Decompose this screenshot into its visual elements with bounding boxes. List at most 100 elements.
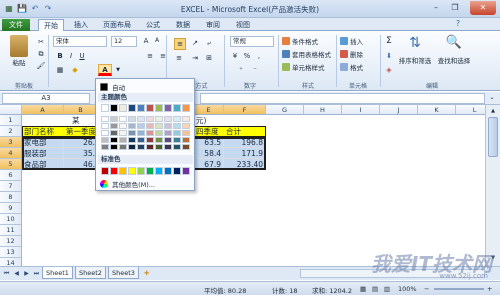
theme-color-swatch[interactable] bbox=[119, 104, 127, 112]
decrease-decimal-icon[interactable]: ⁻ bbox=[250, 65, 260, 75]
theme-color-shade[interactable] bbox=[182, 130, 190, 136]
theme-color-shade[interactable] bbox=[146, 123, 154, 129]
cell-styles-button[interactable]: 单元格样式 bbox=[282, 62, 325, 72]
copy-icon[interactable]: ⧉ bbox=[36, 49, 46, 59]
row-header[interactable]: 10 bbox=[0, 214, 22, 225]
theme-color-shade[interactable] bbox=[146, 130, 154, 136]
theme-color-shade[interactable] bbox=[137, 116, 145, 122]
view-page-break-icon[interactable]: ▥ bbox=[384, 285, 390, 293]
theme-color-swatch[interactable] bbox=[182, 104, 190, 112]
theme-color-shade[interactable] bbox=[119, 130, 127, 136]
align-middle-icon[interactable]: ≡ bbox=[158, 51, 168, 61]
theme-color-shade[interactable] bbox=[164, 144, 172, 150]
font-color-button[interactable]: A bbox=[98, 64, 112, 76]
underline-button[interactable]: U bbox=[77, 51, 87, 61]
name-box[interactable]: A3 bbox=[2, 93, 90, 104]
sum-icon[interactable]: Σ bbox=[384, 36, 394, 46]
paste-button[interactable]: 粘贴 bbox=[6, 35, 32, 69]
theme-color-shade[interactable] bbox=[110, 144, 118, 150]
close-button[interactable]: ✕ bbox=[470, 1, 496, 15]
next-sheet-icon[interactable]: ▶ bbox=[22, 269, 31, 278]
theme-color-shade[interactable] bbox=[146, 137, 154, 143]
theme-color-shade[interactable] bbox=[146, 116, 154, 122]
align-right-icon[interactable]: ≡ bbox=[174, 53, 184, 63]
orientation-icon[interactable]: ↗ bbox=[190, 38, 200, 48]
theme-color-shade[interactable] bbox=[173, 123, 181, 129]
worksheet-grid[interactable]: A B C D E F G H I J K L 1 2 3 4 5 6 7 8 … bbox=[0, 105, 485, 266]
clear-icon[interactable]: ◈ bbox=[384, 65, 394, 75]
column-header[interactable]: E bbox=[194, 105, 224, 115]
theme-color-shade[interactable] bbox=[128, 130, 136, 136]
number-format-combo[interactable]: 常规 bbox=[230, 36, 274, 47]
theme-color-shade[interactable] bbox=[137, 144, 145, 150]
theme-color-shade[interactable] bbox=[155, 144, 163, 150]
tab-review[interactable]: 审阅 bbox=[202, 19, 224, 31]
column-header[interactable]: L bbox=[456, 105, 485, 115]
indent-icon[interactable]: ⇥ bbox=[190, 53, 200, 63]
font-size-combo[interactable]: 12 bbox=[111, 36, 137, 47]
align-bottom-icon[interactable]: ≡ bbox=[174, 38, 186, 50]
expand-formula-icon[interactable]: ⌄ bbox=[487, 93, 497, 103]
theme-color-swatch[interactable] bbox=[110, 104, 118, 112]
sheet-tab[interactable]: Sheet3 bbox=[108, 267, 139, 279]
theme-color-shade[interactable] bbox=[155, 116, 163, 122]
row-header[interactable]: 11 bbox=[0, 225, 22, 236]
column-header[interactable]: H bbox=[304, 105, 342, 115]
delete-cells-button[interactable]: 删除 bbox=[340, 49, 363, 59]
theme-color-shade[interactable] bbox=[164, 116, 172, 122]
standard-color-swatch[interactable] bbox=[173, 167, 181, 175]
standard-color-swatch[interactable] bbox=[119, 167, 127, 175]
row-header[interactable]: 9 bbox=[0, 203, 22, 214]
theme-color-shade[interactable] bbox=[119, 144, 127, 150]
sort-filter-button[interactable]: ⇅ 排序和筛选 bbox=[397, 35, 433, 65]
theme-color-shade[interactable] bbox=[173, 144, 181, 150]
view-page-layout-icon[interactable]: ▤ bbox=[372, 285, 378, 293]
theme-color-swatch[interactable] bbox=[164, 104, 172, 112]
tab-insert[interactable]: 插入 bbox=[70, 19, 92, 31]
theme-color-shade[interactable] bbox=[173, 137, 181, 143]
percent-icon[interactable]: % bbox=[242, 51, 252, 61]
tab-data[interactable]: 数据 bbox=[172, 19, 194, 31]
theme-color-swatch[interactable] bbox=[101, 104, 109, 112]
standard-color-swatch[interactable] bbox=[110, 167, 118, 175]
row-header[interactable]: 2 bbox=[0, 126, 22, 137]
maximize-button[interactable]: ❐ bbox=[446, 1, 464, 15]
theme-color-shade[interactable] bbox=[164, 130, 172, 136]
theme-color-shade[interactable] bbox=[101, 137, 109, 143]
theme-color-shade[interactable] bbox=[119, 116, 127, 122]
tab-file[interactable]: 文件 bbox=[2, 19, 30, 31]
theme-color-shade[interactable] bbox=[137, 130, 145, 136]
theme-color-swatch[interactable] bbox=[173, 104, 181, 112]
theme-color-shade[interactable] bbox=[137, 137, 145, 143]
theme-color-shade[interactable] bbox=[110, 130, 118, 136]
italic-button[interactable]: I bbox=[66, 51, 76, 61]
theme-color-shade[interactable] bbox=[119, 123, 127, 129]
prev-sheet-icon[interactable]: ◀ bbox=[12, 269, 21, 278]
conditional-format-button[interactable]: 条件格式 bbox=[282, 36, 318, 46]
theme-color-shade[interactable] bbox=[173, 130, 181, 136]
minimize-button[interactable]: – bbox=[427, 1, 445, 15]
chevron-down-icon[interactable]: ▼ bbox=[113, 65, 123, 75]
standard-color-swatch[interactable] bbox=[164, 167, 172, 175]
theme-color-shade[interactable] bbox=[119, 137, 127, 143]
theme-color-shade[interactable] bbox=[155, 130, 163, 136]
theme-color-shade[interactable] bbox=[110, 116, 118, 122]
theme-color-shade[interactable] bbox=[155, 137, 163, 143]
merge-center-icon[interactable]: ⊞ bbox=[204, 53, 214, 63]
standard-color-swatch[interactable] bbox=[101, 167, 109, 175]
currency-icon[interactable]: ¥ bbox=[230, 51, 240, 61]
standard-color-swatch[interactable] bbox=[182, 167, 190, 175]
standard-color-swatch[interactable] bbox=[146, 167, 154, 175]
format-as-table-button[interactable]: 套用表格格式 bbox=[282, 49, 331, 59]
standard-color-swatch[interactable] bbox=[137, 167, 145, 175]
theme-color-shade[interactable] bbox=[101, 130, 109, 136]
theme-color-shade[interactable] bbox=[128, 123, 136, 129]
column-header[interactable]: A bbox=[22, 105, 64, 115]
format-cells-button[interactable]: 格式 bbox=[340, 62, 363, 72]
row-header[interactable]: 6 bbox=[0, 170, 22, 181]
first-sheet-icon[interactable]: ⏮ bbox=[2, 269, 11, 278]
format-painter-icon[interactable]: 🖌 bbox=[36, 61, 46, 71]
scroll-thumb[interactable] bbox=[488, 117, 498, 157]
help-icon[interactable]: ? bbox=[452, 18, 464, 30]
theme-color-shade[interactable] bbox=[101, 116, 109, 122]
